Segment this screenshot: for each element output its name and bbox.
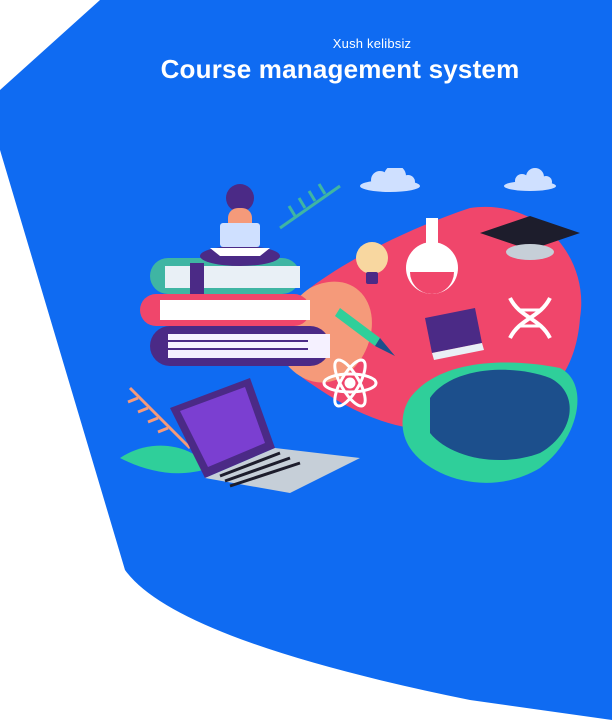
woman-with-laptop-icon (200, 184, 280, 266)
cloud-icon (360, 168, 420, 192)
leaf-icon (279, 183, 341, 230)
page-title: Course management system (160, 54, 520, 84)
books-stack-icon (140, 258, 330, 366)
welcome-text: Xush kelibsiz (332, 36, 412, 51)
education-illustration (120, 168, 582, 493)
cloud-icon (504, 168, 556, 191)
